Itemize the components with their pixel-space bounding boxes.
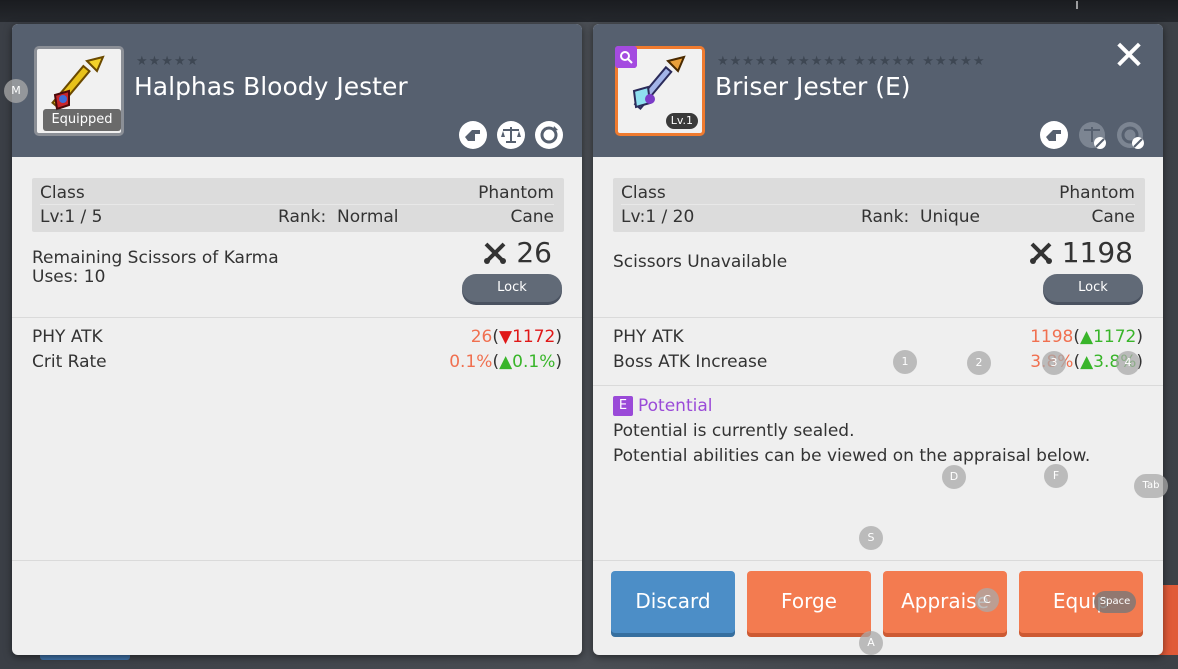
item-title: Briser Jester (E): [715, 72, 911, 101]
stat-crit-rate: Crit Rate 0.1%(▲0.1%): [32, 352, 562, 372]
equipped-item-header: Equipped ★★★★★ Halphas Bloody Jester: [12, 24, 582, 157]
scissors-status: Scissors Unavailable: [613, 252, 788, 272]
level-badge: Lv.1: [665, 113, 698, 129]
scissors-count: 26: [482, 236, 552, 269]
stat-phy-atk: PHY ATK 26(▼1172): [32, 327, 562, 347]
refresh-disabled-icon: [1117, 122, 1144, 149]
class-value: Phantom: [1059, 183, 1135, 203]
key-hint-s: S: [859, 526, 883, 550]
scissors-icon: [1029, 242, 1052, 264]
divider: [593, 385, 1163, 386]
rarity-badge: E: [613, 396, 633, 416]
forge-button[interactable]: Forge: [747, 571, 871, 633]
key-hint-4: 4: [1116, 351, 1140, 375]
compare-item-header: Lv.1 ★★★★★ ★★★★★ ★★★★★ ★★★★★ Briser Jest…: [593, 24, 1163, 157]
class-value: Phantom: [478, 183, 554, 203]
cane-icon: [51, 55, 105, 111]
potential-sealed-text: Potential is currently sealed.: [613, 421, 855, 441]
header-actions: [458, 120, 564, 150]
divider: [12, 317, 582, 318]
key-hint-m: M: [4, 79, 28, 103]
hand-icon[interactable]: [458, 120, 488, 150]
scissors-count: 1198: [1028, 236, 1133, 269]
divider: [12, 560, 582, 561]
scale-disabled-icon: [1079, 122, 1106, 149]
class-label: Class: [621, 183, 666, 203]
game-top-bar: [0, 0, 1178, 22]
key-hint-a: A: [859, 631, 883, 655]
header-actions: [1039, 120, 1145, 150]
item-info-box: Class Phantom Lv:1 / 20 Rank: Unique Can…: [613, 178, 1145, 232]
key-hint-d: D: [942, 465, 966, 489]
divider: [593, 560, 1163, 561]
key-hint-i: I: [1075, 0, 1079, 12]
scissors-icon: [484, 242, 507, 264]
refresh-icon[interactable]: [534, 120, 564, 150]
scale-icon[interactable]: [496, 120, 526, 150]
item-info-box: Class Phantom Lv:1 / 5 Rank: Normal Cane: [32, 178, 564, 232]
key-hint-tab: Tab: [1134, 474, 1168, 498]
lock-button[interactable]: Lock: [462, 274, 562, 302]
close-button[interactable]: ✕: [1109, 36, 1149, 78]
divider: [593, 317, 1163, 318]
cane-icon: [632, 55, 686, 111]
star-rating: ★★★★★: [136, 54, 200, 69]
level-text: Lv:1 / 5: [40, 207, 103, 227]
equipped-item-panel: Equipped ★★★★★ Halphas Bloody Jester Cla…: [12, 24, 582, 655]
potential-hint-text: Potential abilities can be viewed on the…: [613, 446, 1091, 466]
key-hint-f: F: [1044, 464, 1068, 488]
stat-phy-atk: PHY ATK 1198(▲1172): [613, 327, 1143, 347]
equipped-item-icon[interactable]: Equipped: [34, 46, 124, 136]
key-hint-c: C: [975, 588, 999, 612]
item-title: Halphas Bloody Jester: [134, 72, 408, 101]
magnifier-icon: [615, 46, 637, 68]
class-label: Class: [40, 183, 85, 203]
weapon-type: Cane: [1091, 207, 1135, 227]
discard-button[interactable]: Discard: [611, 571, 735, 633]
rank-text: Rank: Unique: [861, 207, 980, 227]
key-hint-1: 1: [893, 350, 917, 374]
equipped-label: Equipped: [43, 109, 121, 131]
lock-button[interactable]: Lock: [1043, 274, 1143, 302]
key-hint-space: Space: [1094, 591, 1136, 613]
weapon-type: Cane: [510, 207, 554, 227]
compare-item-panel: Lv.1 ★★★★★ ★★★★★ ★★★★★ ★★★★★ Briser Jest…: [593, 24, 1163, 655]
rank-text: Rank: Normal: [278, 207, 399, 227]
scissors-remaining: Remaining Scissors of Karma Uses: 10: [32, 248, 279, 287]
hand-icon[interactable]: [1039, 120, 1069, 150]
potential-heading: E Potential: [613, 396, 712, 416]
key-hint-2: 2: [967, 351, 991, 375]
star-rating: ★★★★★ ★★★★★ ★★★★★ ★★★★★: [717, 54, 986, 69]
level-text: Lv:1 / 20: [621, 207, 695, 227]
key-hint-3: 3: [1042, 351, 1066, 375]
